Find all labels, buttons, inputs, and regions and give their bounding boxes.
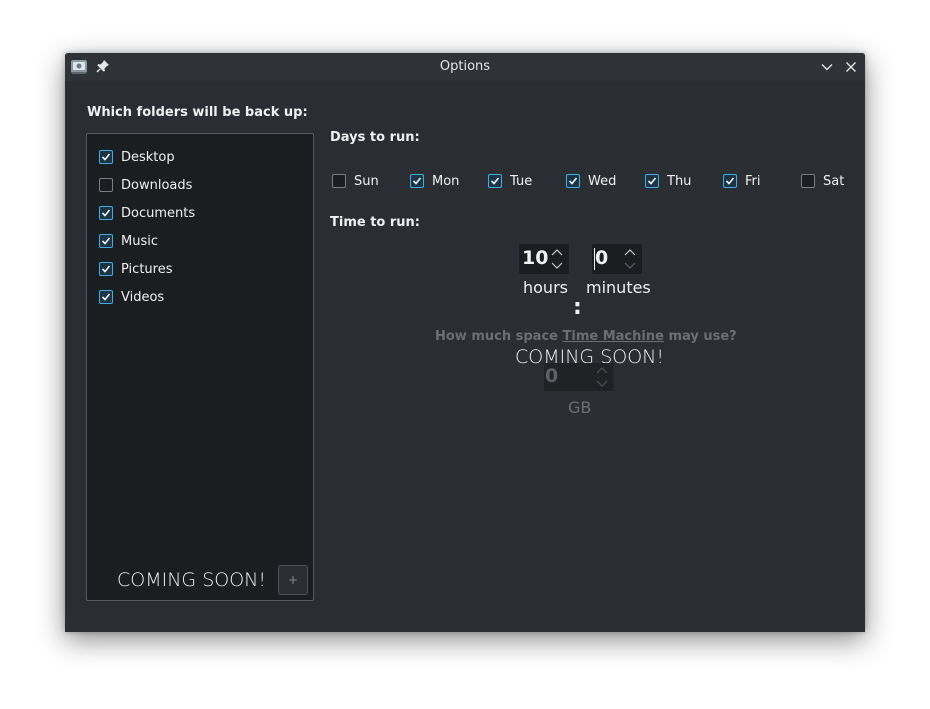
spin-arrows-icon xyxy=(596,367,608,387)
checkbox[interactable] xyxy=(801,174,815,188)
day-thu[interactable]: Thu xyxy=(645,172,691,190)
minimize-icon[interactable] xyxy=(819,59,835,75)
checkbox-checked[interactable] xyxy=(99,150,113,164)
day-sat[interactable]: Sat xyxy=(801,172,844,190)
folder-label: Videos xyxy=(121,289,165,305)
folder-label: Pictures xyxy=(121,261,173,277)
folder-item-documents[interactable]: Documents xyxy=(99,204,195,222)
space-question-suffix: may use? xyxy=(663,329,737,344)
day-mon[interactable]: Mon xyxy=(410,172,459,190)
checkbox-checked[interactable] xyxy=(99,206,113,220)
day-label: Wed xyxy=(588,173,617,189)
time-heading: Time to run: xyxy=(330,215,421,230)
folder-list: Desktop Downloads Documents Music Pictur… xyxy=(86,133,314,601)
checkbox[interactable] xyxy=(99,178,113,192)
folders-coming-soon: COMING SOON! xyxy=(117,569,266,591)
folder-label: Desktop xyxy=(121,149,175,165)
folder-item-music[interactable]: Music xyxy=(99,232,158,250)
day-label: Thu xyxy=(667,173,692,189)
space-value: 0 xyxy=(545,365,559,387)
window-title: Options xyxy=(439,59,491,74)
time-separator: : xyxy=(573,295,582,320)
checkbox-checked[interactable] xyxy=(99,234,113,248)
checkbox-checked[interactable] xyxy=(566,174,580,188)
minutes-value[interactable]: 0 xyxy=(595,247,608,269)
checkbox-checked[interactable] xyxy=(723,174,737,188)
title-bar[interactable]: Options xyxy=(65,53,865,81)
checkbox-checked[interactable] xyxy=(488,174,502,188)
hours-spinbox[interactable]: 10 xyxy=(519,244,569,274)
hours-value[interactable]: 10 xyxy=(522,247,548,269)
space-spinbox: 0 xyxy=(544,363,614,391)
folder-label: Downloads xyxy=(121,177,193,193)
spin-arrows-icon[interactable] xyxy=(623,247,637,271)
day-wed[interactable]: Wed xyxy=(566,172,616,190)
folder-label: Music xyxy=(121,233,158,249)
day-fri[interactable]: Fri xyxy=(723,172,761,190)
options-window: Options Which folders will be back up: D… xyxy=(65,53,865,632)
minutes-label: minutes xyxy=(586,278,651,297)
space-question: How much space Time Machine may use? xyxy=(435,329,737,344)
checkbox-checked[interactable] xyxy=(410,174,424,188)
day-label: Sat xyxy=(823,173,845,189)
day-label: Fri xyxy=(745,173,761,189)
day-tue[interactable]: Tue xyxy=(488,172,532,190)
checkbox-checked[interactable] xyxy=(99,262,113,276)
minutes-spinbox[interactable]: 0 xyxy=(592,244,642,274)
day-label: Sun xyxy=(354,173,379,189)
time-machine-link: Time Machine xyxy=(562,329,664,344)
folder-item-desktop[interactable]: Desktop xyxy=(99,148,175,166)
checkbox-checked[interactable] xyxy=(645,174,659,188)
space-unit: GB xyxy=(568,398,592,417)
days-heading: Days to run: xyxy=(330,130,420,145)
checkbox-checked[interactable] xyxy=(99,290,113,304)
folders-heading: Which folders will be back up: xyxy=(87,105,308,120)
hours-label: hours xyxy=(523,278,568,297)
day-label: Mon xyxy=(432,173,460,189)
folder-label: Documents xyxy=(121,205,196,221)
folder-item-videos[interactable]: Videos xyxy=(99,288,164,306)
space-question-prefix: How much space xyxy=(435,329,563,344)
close-icon[interactable] xyxy=(843,59,859,75)
day-sun[interactable]: Sun xyxy=(332,172,379,190)
day-label: Tue xyxy=(510,173,533,189)
add-folder-button[interactable]: + xyxy=(278,565,308,595)
folder-item-pictures[interactable]: Pictures xyxy=(99,260,172,278)
spin-arrows-icon[interactable] xyxy=(550,247,564,271)
folder-item-downloads[interactable]: Downloads xyxy=(99,176,192,194)
checkbox[interactable] xyxy=(332,174,346,188)
